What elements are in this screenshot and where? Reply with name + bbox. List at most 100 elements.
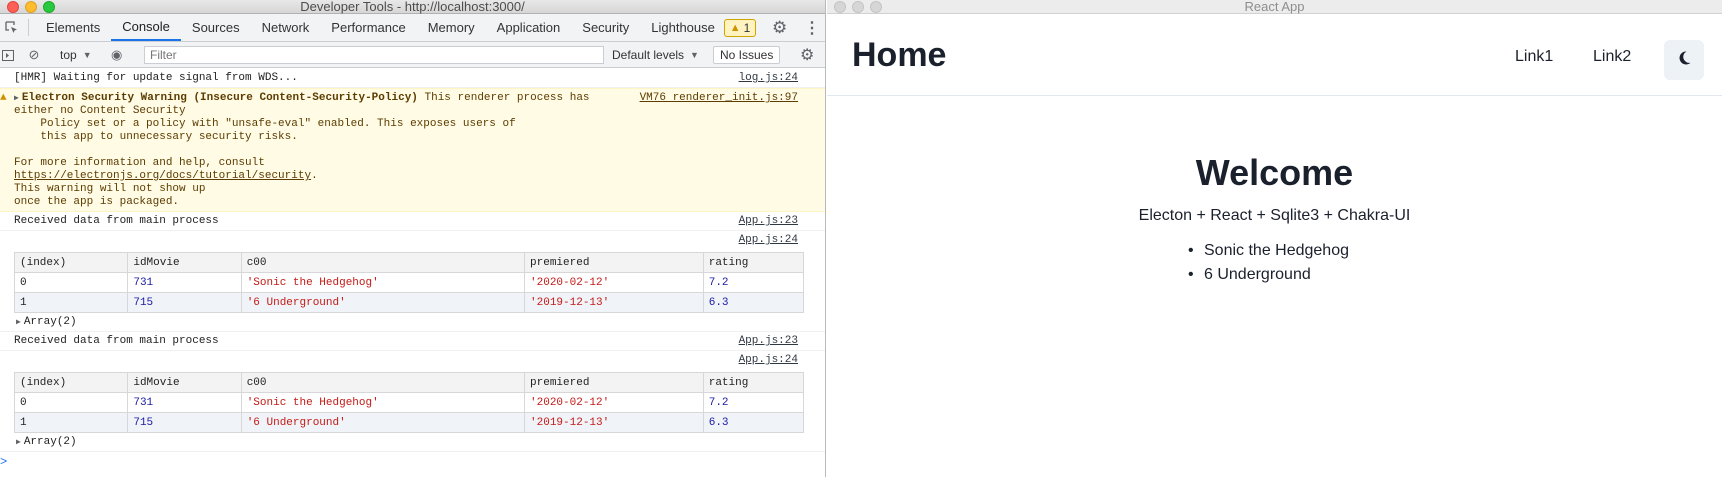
warning-triangle-icon: ▲ <box>0 92 7 104</box>
table-header-row: (index) idMovie c00 premiered rating <box>13 252 805 273</box>
array-label: Array(2) <box>23 436 77 448</box>
context-value: top <box>60 48 77 62</box>
tab-memory[interactable]: Memory <box>417 14 486 41</box>
tab-performance[interactable]: Performance <box>320 14 416 41</box>
column-header[interactable]: idMovie <box>127 252 242 273</box>
tab-application[interactable]: Application <box>486 14 572 41</box>
table-row: 0 731 'Sonic the Hedgehog' '2020-02-12' … <box>13 392 805 413</box>
caret-down-icon: ▼ <box>690 50 699 60</box>
color-mode-toggle-button[interactable] <box>1664 40 1704 80</box>
message-text: Received data from main process <box>14 215 219 227</box>
source-link[interactable]: App.js:24 <box>739 234 798 246</box>
table-cell: 6.3 <box>702 292 805 313</box>
column-header[interactable]: premiered <box>524 252 704 273</box>
column-header[interactable]: rating <box>702 372 805 393</box>
moon-icon <box>1676 50 1692 71</box>
table-cell: 7.2 <box>702 272 805 293</box>
list-item: Sonic the Hedgehog <box>1188 239 1349 263</box>
tab-elements[interactable]: Elements <box>35 14 111 41</box>
source-link[interactable]: log.js:24 <box>739 72 798 85</box>
console-message-log: Received data from main process App.js:2… <box>0 212 825 231</box>
navbar: Home Link1 Link2 <box>827 14 1722 96</box>
console-table-message: App.js:24 (index) idMovie c00 premiered … <box>0 231 825 332</box>
console-prompt[interactable]: > <box>0 452 825 469</box>
warning-headline: Electron Security Warning (Insecure Cont… <box>21 92 418 104</box>
table-cell: '6 Underground' <box>240 292 526 313</box>
movie-list: Sonic the Hedgehog 6 Underground <box>1188 239 1349 287</box>
kebab-menu-icon[interactable]: ⋮ <box>804 18 820 38</box>
console-sidebar-icon[interactable] <box>0 42 16 68</box>
nav-link-1[interactable]: Link1 <box>1515 48 1553 66</box>
console-message-log: Received data from main process App.js:2… <box>0 332 825 351</box>
message-text: [HMR] Waiting for update signal from WDS… <box>14 72 298 84</box>
console-table: (index) idMovie c00 premiered rating 0 7… <box>13 252 805 313</box>
array-label: Array(2) <box>23 316 77 328</box>
column-header[interactable]: premiered <box>524 372 704 393</box>
column-header[interactable]: idMovie <box>127 372 242 393</box>
gear-icon[interactable]: ⚙ <box>772 18 787 38</box>
react-app-window: React App Home Link1 Link2 Welcome Elect… <box>827 0 1722 477</box>
array-expander[interactable]: ▶ Array(2) <box>14 313 825 331</box>
table-header-row: (index) idMovie c00 premiered rating <box>13 372 805 393</box>
nav-link-2[interactable]: Link2 <box>1593 48 1631 66</box>
issues-button[interactable]: No Issues <box>713 46 781 64</box>
context-selector[interactable]: top ▼ <box>60 42 92 68</box>
table-cell: 'Sonic the Hedgehog' <box>240 392 526 413</box>
table-cell: 0 <box>13 272 129 293</box>
console-output: [HMR] Waiting for update signal from WDS… <box>0 69 825 477</box>
devtools-titlebar: Developer Tools - http://localhost:3000/ <box>0 0 825 14</box>
table-cell: '2020-02-12' <box>524 272 704 293</box>
tab-sources[interactable]: Sources <box>181 14 251 41</box>
console-table: (index) idMovie c00 premiered rating 0 7… <box>13 372 805 433</box>
table-row: 0 731 'Sonic the Hedgehog' '2020-02-12' … <box>13 272 805 293</box>
brand-home-link[interactable]: Home <box>852 36 946 75</box>
table-cell: 'Sonic the Hedgehog' <box>240 272 526 293</box>
column-header[interactable]: (index) <box>13 372 129 393</box>
expand-triangle-icon: ▶ <box>16 438 21 447</box>
console-message-hmr: [HMR] Waiting for update signal from WDS… <box>0 69 825 88</box>
source-link[interactable]: App.js:23 <box>739 335 798 348</box>
devtools-tabbar: Elements Console Sources Network Perform… <box>0 14 825 42</box>
source-link[interactable]: App.js:23 <box>739 215 798 228</box>
tab-lighthouse[interactable]: Lighthouse <box>640 14 726 41</box>
gear-icon[interactable]: ⚙ <box>800 42 814 68</box>
clear-console-icon[interactable]: ⊘ <box>26 42 42 68</box>
source-link[interactable]: VM76 renderer_init.js:97 <box>640 92 798 105</box>
log-levels-value: Default levels <box>612 48 685 62</box>
table-cell: '2020-02-12' <box>524 392 704 413</box>
expand-triangle-icon: ▶ <box>16 318 21 327</box>
app-window-title: React App <box>1244 0 1305 14</box>
source-link[interactable]: App.js:24 <box>739 354 798 366</box>
message-text: Received data from main process <box>14 335 219 347</box>
tabbar-divider <box>28 19 29 36</box>
expand-triangle-icon[interactable]: ▶ <box>14 94 19 103</box>
devtools-window-title: Developer Tools - http://localhost:3000/ <box>300 0 525 14</box>
warning-count-badge[interactable]: ▲ 1 <box>724 19 756 37</box>
column-header[interactable]: (index) <box>13 252 129 273</box>
warning-text: This renderer process has <box>417 92 590 104</box>
console-message-security-warning: ▲ ▶ Electron Security Warning (Insecure Co… <box>0 88 825 212</box>
log-levels-dropdown[interactable]: Default levels ▼ <box>612 42 699 68</box>
table-cell: 731 <box>127 272 242 293</box>
table-cell: 1 <box>13 292 129 313</box>
inspect-element-icon[interactable] <box>0 14 22 41</box>
table-cell: 1 <box>13 412 129 433</box>
table-cell: 7.2 <box>702 392 805 413</box>
eye-icon[interactable]: ◉ <box>111 42 122 68</box>
array-expander[interactable]: ▶ Array(2) <box>14 433 825 451</box>
column-header[interactable]: c00 <box>240 252 526 273</box>
table-cell: '2019-12-13' <box>524 292 704 313</box>
console-toolbar: ⊘ top ▼ ◉ Default levels ▼ No Issues ⚙ <box>0 42 825 68</box>
filter-input[interactable] <box>144 46 604 64</box>
tab-console[interactable]: Console <box>111 14 181 41</box>
tab-network[interactable]: Network <box>251 14 321 41</box>
tab-security[interactable]: Security <box>571 14 640 41</box>
console-table-message: App.js:24 (index) idMovie c00 premiered … <box>0 351 825 452</box>
page-title: Welcome <box>1195 152 1354 193</box>
column-header[interactable]: rating <box>702 252 805 273</box>
security-docs-link[interactable]: https://electronjs.org/docs/tutorial/sec… <box>14 170 311 182</box>
caret-down-icon: ▼ <box>82 50 92 60</box>
warning-body: either no Content Security Policy set or… <box>14 105 516 169</box>
devtools-window: Developer Tools - http://localhost:3000/… <box>0 0 826 477</box>
column-header[interactable]: c00 <box>240 372 526 393</box>
